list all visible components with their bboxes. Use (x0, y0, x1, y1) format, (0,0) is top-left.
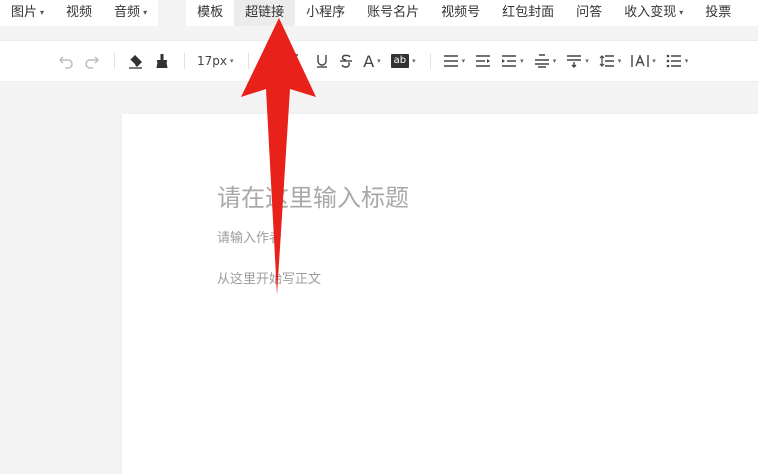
menu-channels[interactable]: 视频号 (430, 0, 491, 26)
menu-template-label: 模板 (197, 5, 224, 20)
format-toolbar: 17px ▾ B A ▾ ab ▾ ▾ ▾ ▾ ▾ ▾ ▾ ▾ (0, 40, 758, 82)
menu-channels-label: 视频号 (441, 5, 481, 20)
letter-spacing-button[interactable]: ▾ (631, 48, 656, 74)
align-button[interactable]: ▾ (443, 48, 466, 74)
undo-button[interactable] (58, 48, 74, 74)
chevron-down-icon: ▾ (679, 8, 684, 17)
menu-vote[interactable]: 投票 (694, 0, 742, 26)
align-justify-icon (443, 55, 458, 67)
eraser-icon (129, 54, 142, 69)
menu-red-packet-cover[interactable]: 红包封面 (491, 0, 565, 26)
indent-first-line-button[interactable] (475, 48, 491, 74)
indent-button[interactable]: ▾ (501, 48, 524, 74)
toolbar-divider (184, 53, 185, 69)
chevron-down-icon: ▾ (40, 8, 45, 17)
bullet-list-icon (666, 54, 681, 68)
toolbar-divider (429, 53, 431, 69)
format-painter-icon (156, 54, 168, 68)
list-button[interactable]: ▾ (666, 48, 689, 74)
menu-hyperlink-label: 超链接 (245, 5, 285, 20)
underline-icon (317, 55, 328, 68)
text-color-icon: A (363, 51, 375, 71)
menu-image[interactable]: 图片 ▾ (0, 0, 55, 26)
menu-audio-label: 音频 (114, 5, 141, 20)
text-color-button[interactable]: A ▾ (363, 48, 380, 74)
menu-monetization[interactable]: 收入变现 ▾ (613, 0, 694, 26)
toolbar-divider (114, 53, 115, 69)
chevron-down-icon: ▾ (520, 57, 524, 65)
chevron-down-icon: ▾ (230, 57, 234, 65)
redo-icon (85, 56, 100, 69)
clear-format-button[interactable] (127, 48, 144, 74)
menu-image-label: 图片 (11, 5, 38, 20)
paragraph-spacing-after-icon (567, 55, 582, 68)
bold-button[interactable]: B (261, 48, 272, 74)
chevron-down-icon: ▾ (461, 57, 466, 65)
font-size-select[interactable]: 17px ▾ (197, 48, 234, 74)
paragraph-spacing-icon (534, 54, 549, 68)
redo-button[interactable] (84, 48, 100, 74)
body-editor[interactable]: 从这里开始写正文 (217, 268, 321, 287)
menu-mini-program-label: 小程序 (306, 5, 346, 20)
background-color-icon: ab (390, 54, 410, 68)
menu-audio[interactable]: 音频 ▾ (103, 0, 158, 26)
chevron-down-icon: ▾ (585, 57, 589, 65)
menu-video[interactable]: 视频 (55, 0, 103, 26)
menu-qa-label: 问答 (576, 5, 603, 20)
line-height-button[interactable]: ▾ (599, 48, 622, 74)
chevron-down-icon: ▾ (377, 57, 381, 65)
menu-vote-label: 投票 (705, 5, 732, 20)
chevron-down-icon: ▾ (684, 57, 689, 65)
menu-video-label: 视频 (66, 5, 93, 20)
insert-menu-bar: 图片 ▾ 视频 音频 ▾ 模板 超链接 小程序 账号名片 视频号 红包封面 问答… (0, 0, 758, 26)
strikethrough-icon (340, 54, 353, 68)
strikethrough-button[interactable] (339, 48, 353, 74)
editor-canvas: 请在这里输入标题 请输入作者 从这里开始写正文 (122, 114, 758, 474)
first-line-indent-icon (476, 55, 491, 67)
font-size-value: 17px (197, 54, 227, 68)
menu-monetization-label: 收入变现 (624, 5, 677, 20)
undo-icon (58, 56, 73, 69)
toolbar-divider (247, 53, 249, 69)
italic-button[interactable] (287, 48, 299, 74)
italic-icon (288, 54, 299, 68)
letter-spacing-icon (631, 54, 649, 67)
chevron-down-icon: ▾ (617, 57, 622, 65)
chevron-down-icon: ▾ (652, 57, 656, 65)
chevron-down-icon: ▾ (143, 8, 148, 17)
menu-mini-program[interactable]: 小程序 (295, 0, 356, 26)
menu-template[interactable]: 模板 (186, 0, 234, 26)
background-color-button[interactable]: ab ▾ (390, 48, 416, 74)
line-height-icon (599, 55, 614, 67)
author-input[interactable]: 请输入作者 (217, 227, 282, 246)
menu-red-packet-cover-label: 红包封面 (502, 5, 555, 20)
menu-account-card[interactable]: 账号名片 (356, 0, 430, 26)
menu-gap (158, 0, 187, 26)
chevron-down-icon: ▾ (552, 57, 557, 65)
chevron-down-icon: ▾ (412, 57, 416, 65)
title-input[interactable]: 请在这里输入标题 (217, 178, 409, 213)
underline-button[interactable] (315, 48, 329, 74)
menu-account-card-label: 账号名片 (367, 5, 420, 20)
spacing-before-button[interactable]: ▾ (534, 48, 557, 74)
format-painter-button[interactable] (154, 48, 170, 74)
spacing-after-button[interactable]: ▾ (566, 48, 589, 74)
bold-icon: B (260, 53, 272, 69)
menu-hyperlink[interactable]: 超链接 (234, 0, 296, 26)
indent-icon (502, 55, 517, 67)
menu-qa[interactable]: 问答 (565, 0, 613, 26)
